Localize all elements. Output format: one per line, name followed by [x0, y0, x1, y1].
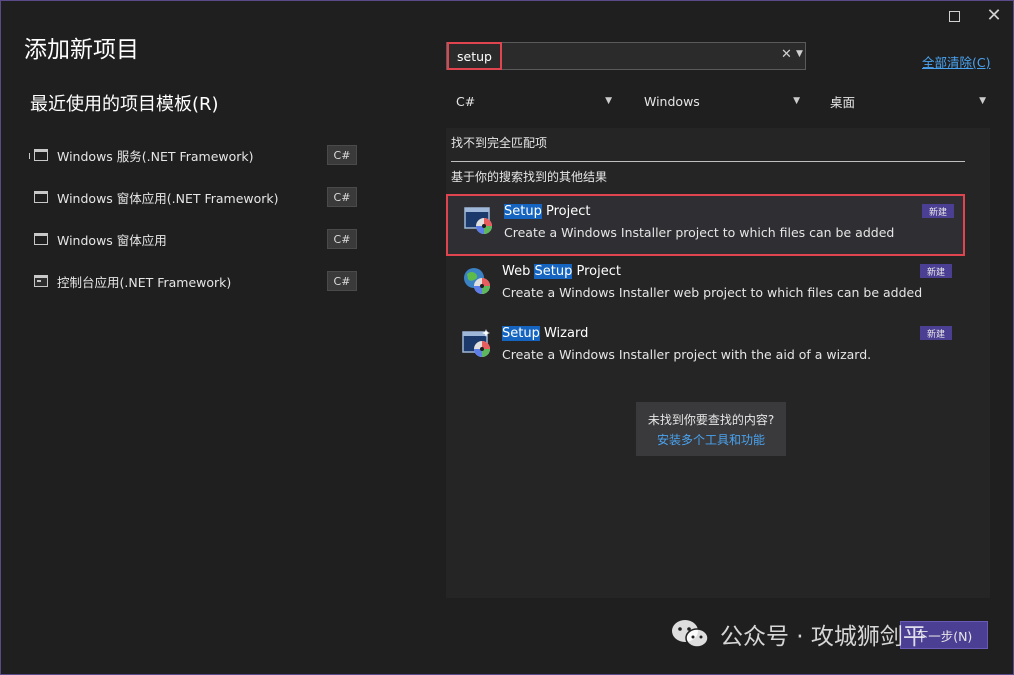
- result-name: Setup Wizard: [502, 326, 589, 341]
- language-filter[interactable]: C# ▼: [456, 88, 612, 114]
- platform-filter-value: Windows: [644, 93, 700, 109]
- result-description: Create a Windows Installer project with …: [502, 347, 872, 362]
- maximize-button[interactable]: [944, 6, 964, 26]
- language-filter-value: C#: [456, 93, 476, 109]
- close-button[interactable]: ✕: [984, 6, 1004, 26]
- clear-all-link[interactable]: 全部清除(C): [922, 52, 990, 71]
- new-badge: 新建: [922, 204, 954, 218]
- recent-templates-header: 最近使用的项目模板(R): [30, 94, 219, 115]
- install-tools-link[interactable]: 安装多个工具和功能: [657, 431, 765, 448]
- recent-item-windows-service[interactable]: Windows 服务(.NET Framework) C#: [29, 134, 360, 176]
- recent-item-label: Windows 窗体应用: [57, 232, 167, 248]
- result-item-setup-wizard[interactable]: Setup Wizard Create a Windows Installer …: [446, 318, 965, 380]
- language-badge: C#: [327, 229, 357, 249]
- recent-templates-list: Windows 服务(.NET Framework) C# Windows 窗体…: [29, 134, 360, 302]
- result-item-web-setup-project[interactable]: Web Setup Project Create a Windows Insta…: [446, 256, 965, 318]
- service-icon: [29, 149, 48, 161]
- divider: [451, 161, 965, 162]
- console-icon: [34, 275, 48, 287]
- close-icon: ✕: [986, 5, 1002, 26]
- result-name: Web Setup Project: [502, 264, 621, 279]
- search-input[interactable]: setup ✕ ▼: [446, 42, 806, 70]
- no-exact-match-text: 找不到完全匹配项: [451, 136, 548, 150]
- language-badge: C#: [327, 271, 357, 291]
- chevron-down-icon: ▼: [979, 96, 986, 106]
- search-history-dropdown-icon[interactable]: ▼: [796, 49, 803, 59]
- help-box: 未找到你要查找的内容? 安装多个工具和功能: [636, 402, 786, 456]
- recent-item-winforms-framework[interactable]: Windows 窗体应用(.NET Framework) C#: [30, 176, 360, 218]
- dialog-title: 添加新项目: [24, 37, 139, 63]
- wechat-icon: [672, 620, 709, 648]
- recent-item-label: 控制台应用(.NET Framework): [57, 274, 232, 290]
- project-type-filter[interactable]: 桌面 ▼: [830, 88, 986, 114]
- setup-wizard-icon: [462, 329, 490, 357]
- window-form-icon: [34, 191, 48, 203]
- web-setup-project-icon: [464, 268, 490, 294]
- chevron-down-icon: ▼: [605, 96, 612, 106]
- help-question: 未找到你要查找的内容?: [647, 412, 775, 427]
- result-description: Create a Windows Installer web project t…: [502, 285, 923, 300]
- result-item-setup-project[interactable]: Setup Project Create a Windows Installer…: [446, 194, 965, 256]
- watermark: 公众号 · 攻城狮剑平: [670, 614, 926, 654]
- setup-project-icon: [464, 207, 492, 234]
- recent-item-winforms[interactable]: Windows 窗体应用 C#: [30, 218, 360, 260]
- search-results-panel: 找不到完全匹配项 基于你的搜索找到的其他结果 Setup Project Cre…: [446, 128, 990, 598]
- other-results-heading: 基于你的搜索找到的其他结果: [451, 170, 608, 184]
- language-badge: C#: [327, 187, 357, 207]
- watermark-text: 公众号 · 攻城狮剑平: [720, 624, 926, 650]
- result-description: Create a Windows Installer project to wh…: [504, 225, 895, 240]
- platform-filter[interactable]: Windows ▼: [644, 88, 800, 114]
- recent-item-console[interactable]: 控制台应用(.NET Framework) C#: [30, 260, 360, 302]
- project-type-filter-value: 桌面: [830, 94, 856, 110]
- search-clear-icon[interactable]: ✕: [781, 47, 792, 62]
- maximize-icon: [948, 10, 960, 22]
- window-form-icon: [34, 233, 48, 245]
- recent-item-label: Windows 窗体应用(.NET Framework): [57, 190, 279, 206]
- search-value[interactable]: setup: [447, 42, 502, 70]
- new-badge: 新建: [920, 326, 952, 340]
- recent-item-label: Windows 服务(.NET Framework): [57, 148, 254, 164]
- result-name: Setup Project: [504, 204, 591, 219]
- chevron-down-icon: ▼: [793, 96, 800, 106]
- language-badge: C#: [327, 145, 357, 165]
- new-badge: 新建: [920, 264, 952, 278]
